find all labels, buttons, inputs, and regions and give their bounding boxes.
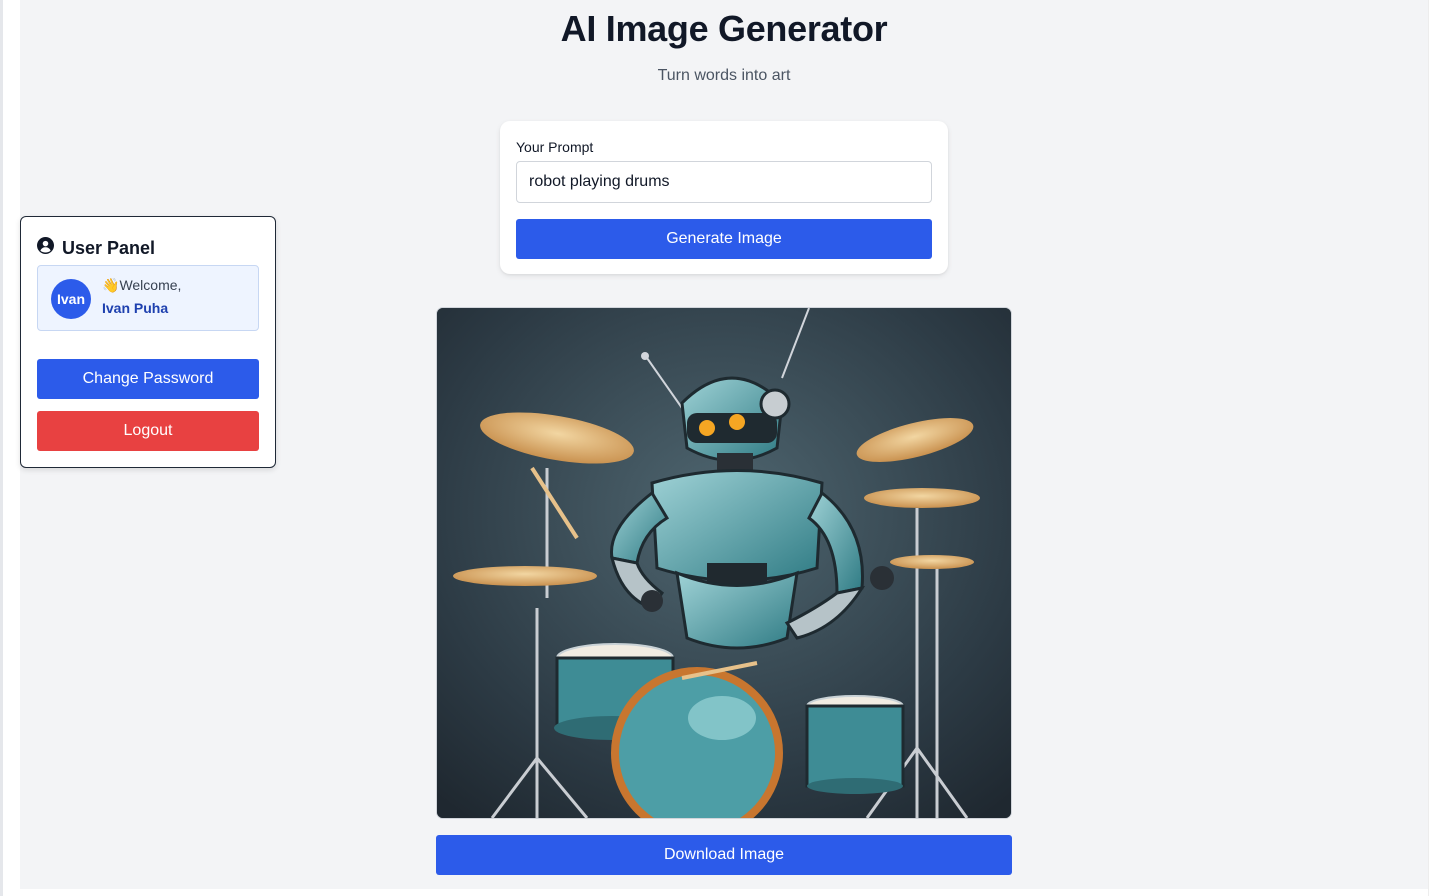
user-info-card: Ivan 👋Welcome, Ivan Puha xyxy=(37,265,259,331)
app-window: AI Image Generator Turn words into art Y… xyxy=(0,0,1444,896)
wave-icon: 👋 xyxy=(102,277,120,293)
user-name: Ivan Puha xyxy=(102,300,169,316)
user-circle-icon xyxy=(37,237,54,259)
logout-button[interactable]: Logout xyxy=(37,411,259,451)
panel-title: User Panel xyxy=(62,237,156,258)
change-password-button[interactable]: Change Password xyxy=(37,359,259,399)
main-page: AI Image Generator Turn words into art Y… xyxy=(20,0,1428,889)
prompt-input[interactable] xyxy=(516,161,932,203)
welcome-text: Welcome, xyxy=(119,277,182,293)
welcome-line: 👋Welcome, xyxy=(102,277,181,294)
scrollbar-track[interactable] xyxy=(1428,0,1444,896)
generated-image xyxy=(436,307,1012,819)
panel-header: User Panel xyxy=(37,237,155,259)
prompt-label: Your Prompt xyxy=(516,139,594,155)
prompt-card: Your Prompt Generate Image xyxy=(500,121,948,274)
page-subtitle: Turn words into art xyxy=(657,67,791,84)
window-left-edge xyxy=(0,0,3,896)
avatar: Ivan xyxy=(51,279,91,319)
generate-image-button[interactable]: Generate Image xyxy=(516,219,932,259)
download-image-button[interactable]: Download Image xyxy=(436,835,1012,875)
page-title: AI Image Generator xyxy=(560,8,888,49)
robot-drummer-illustration xyxy=(437,308,1011,818)
user-panel: User Panel Ivan 👋Welcome, Ivan Puha Chan… xyxy=(20,216,276,468)
